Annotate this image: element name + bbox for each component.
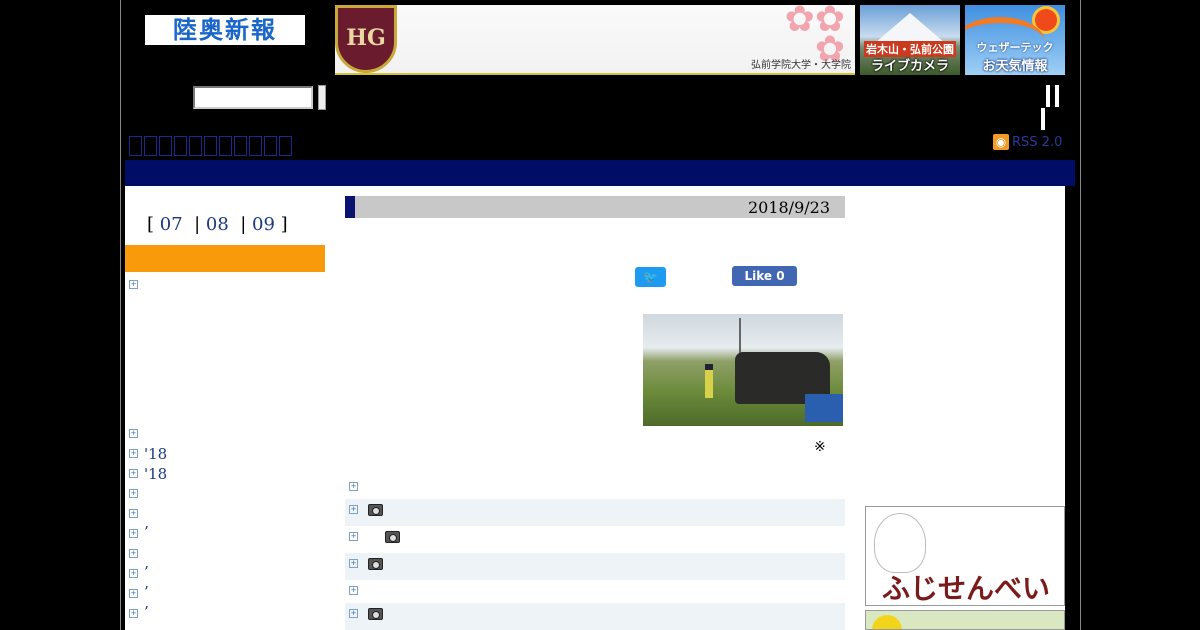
twitter-bird-icon: 🐦 [643, 270, 658, 284]
ad-title: ふじせんべい [881, 572, 1050, 605]
related-article-row[interactable]: + [345, 603, 845, 630]
bullet-icon: + [129, 469, 138, 478]
bullet-icon: + [129, 529, 138, 538]
photo-note-mark: ※ [814, 439, 826, 455]
bullet-icon: + [349, 532, 358, 541]
sidebar-link[interactable]: '18 [144, 445, 167, 463]
facebook-like-button[interactable]: Like 0 [732, 266, 797, 286]
bullet-icon: + [129, 549, 138, 558]
sidebar-header-bar [125, 245, 325, 272]
ad-mascot-icon [872, 615, 902, 629]
article-date-bar: 2018/9/23 [345, 196, 845, 218]
banner-weather[interactable]: ウェザーテック お天気情報 [965, 5, 1065, 75]
bullet-icon: + [129, 449, 138, 458]
tow-truck [805, 394, 843, 422]
rss-icon[interactable]: ◉ [993, 134, 1009, 150]
bullet-icon: + [349, 609, 358, 618]
global-navbar [125, 160, 1075, 186]
header-divider [1046, 85, 1050, 107]
sidebar-link[interactable]: ’ [144, 603, 149, 621]
bullet-icon: + [129, 429, 138, 438]
section-title-glyphs [129, 136, 292, 160]
bullet-icon: + [349, 482, 358, 491]
site-logo[interactable]: 陸奥新報 [145, 15, 305, 45]
related-article-row[interactable]: + [345, 553, 845, 580]
month-link[interactable]: 07 [160, 214, 183, 235]
banner-line2: ライブカメラ [870, 59, 949, 74]
search-input[interactable] [193, 86, 313, 109]
bullet-icon: + [349, 505, 358, 514]
bullet-icon: + [129, 569, 138, 578]
banner-line2: お天気情報 [982, 59, 1048, 74]
sun-icon [1035, 9, 1057, 31]
mountain-icon [875, 13, 945, 43]
sidebar-link[interactable]: '18 [144, 465, 167, 483]
article-photo[interactable] [643, 314, 843, 426]
worker-figure [705, 364, 713, 398]
rss-link[interactable]: RSS 2.0 [1012, 135, 1062, 150]
month-link[interactable]: 09 [252, 214, 275, 235]
date-bar-marker [345, 196, 355, 218]
ad-senbei[interactable]: ふじせんべい [865, 506, 1065, 606]
camera-icon [368, 504, 383, 516]
month-selector: [ 07 | 08 | 09 ] [147, 214, 288, 235]
header-divider [1055, 85, 1059, 107]
tweet-button[interactable]: 🐦 [635, 267, 666, 287]
bullet-icon: + [129, 509, 138, 518]
sidebar-link[interactable]: ’ [144, 563, 149, 581]
related-article-row[interactable]: + [345, 474, 845, 501]
camera-icon [368, 608, 383, 620]
search-button[interactable] [318, 85, 326, 110]
banner-caption: 弘前学院大学・大学院 [751, 60, 851, 71]
camera-icon [368, 558, 383, 570]
sidebar-link[interactable]: ’ [144, 523, 149, 541]
banner-hirosaki-gakuin[interactable]: HG ✿✿ ✿ 弘前学院大学・大学院 [335, 2, 855, 75]
bullet-icon: + [129, 280, 138, 289]
university-emblem-icon: HG [335, 5, 397, 73]
banner-live-camera[interactable]: 岩木山・弘前公園 ライブカメラ [860, 5, 960, 75]
related-article-row[interactable]: + [345, 499, 845, 526]
article-date: 2018/9/23 [747, 198, 830, 217]
bullet-icon: + [129, 489, 138, 498]
ad-secondary[interactable] [865, 610, 1065, 630]
related-article-row[interactable]: + [345, 526, 845, 553]
header-divider [1041, 108, 1045, 130]
banner-line1: ウェザーテック [976, 41, 1054, 54]
month-link[interactable]: 08 [206, 214, 229, 235]
bullet-icon: + [349, 559, 358, 568]
bullet-icon: + [349, 586, 358, 595]
sidebar-link[interactable]: ’ [144, 583, 149, 601]
bullet-icon: + [129, 609, 138, 618]
camera-icon [385, 531, 400, 543]
bullet-icon: + [129, 589, 138, 598]
chef-sketch-icon [874, 513, 926, 573]
